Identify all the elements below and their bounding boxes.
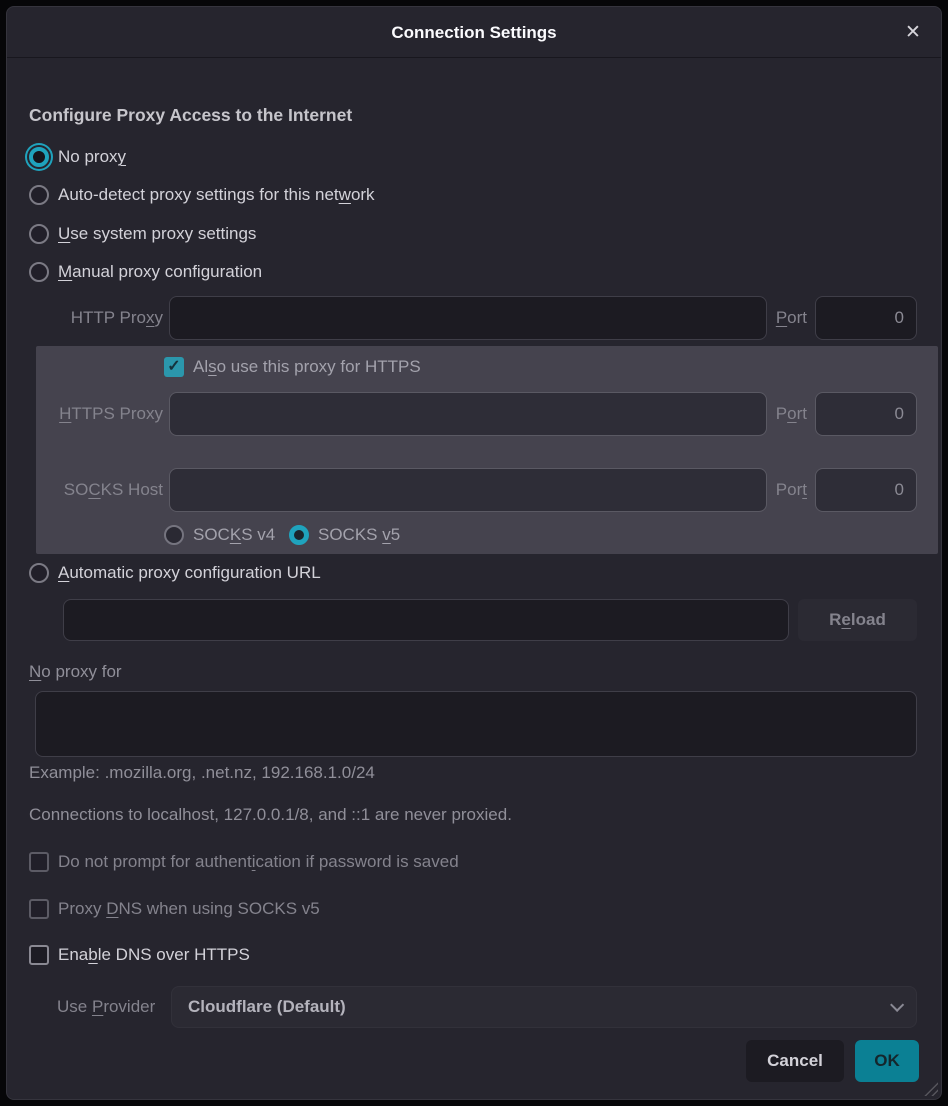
connection-settings-dialog-page: { "colors": { "accent_teal": "#1FA3BD", … [0,0,948,1106]
https-port-label: Port [764,392,807,436]
radio-socks-v4[interactable]: SOCKS v4 [164,523,275,547]
http-port-label: Port [764,296,807,340]
also-https-checkbox-icon[interactable]: ✓ [164,357,184,377]
radio-socks-v5[interactable]: SOCKS v5 [289,523,400,547]
checkbox-icon-enable-doh[interactable] [29,945,49,965]
checkbox-enable-doh[interactable]: Enable DNS over HTTPS [29,943,250,967]
radio-icon-auto-detect[interactable] [29,185,49,205]
section-header: Configure Proxy Access to the Internet [29,105,352,126]
dialog-titlebar: Connection Settings ✕ [7,7,941,58]
no-proxy-for-label: No proxy for [29,662,122,682]
socks-host-input[interactable] [169,468,767,512]
checkbox-icon-proxy-dns[interactable] [29,899,49,919]
checkbox-label-enable-doh[interactable]: Enable DNS over HTTPS [58,945,250,965]
http-proxy-label: HTTP Proxy [47,296,163,340]
checkbox-icon-no-prompt-auth[interactable] [29,852,49,872]
radio-icon-auto-url[interactable] [29,563,49,583]
https-socks-highlight-band: ✓ Also use this proxy for HTTPS HTTPS Pr… [36,346,938,554]
dialog-title: Connection Settings [7,7,941,58]
https-proxy-label: HTTPS Proxy [47,392,163,436]
use-provider-label: Use Provider [57,986,155,1028]
radio-label-socks-v4[interactable]: SOCKS v4 [193,525,275,545]
resize-grip[interactable] [924,1082,938,1096]
close-icon[interactable]: ✕ [897,17,929,49]
radio-system-proxy[interactable]: Use system proxy settings [29,222,256,246]
checkbox-label-no-prompt-auth[interactable]: Do not prompt for authentication if pass… [58,852,459,872]
https-proxy-input[interactable] [169,392,767,436]
radio-label-manual-proxy[interactable]: Manual proxy configuration [58,262,262,282]
no-proxy-for-textarea[interactable] [35,691,917,757]
also-https-checkbox-row[interactable]: ✓ Also use this proxy for HTTPS [164,355,421,379]
radio-no-proxy[interactable]: No proxy [29,145,126,169]
reload-button[interactable]: Reload [798,599,917,641]
connection-settings-dialog: Connection Settings ✕ Configure Proxy Ac… [6,6,942,1100]
http-port-input[interactable] [815,296,917,340]
radio-icon-socks-v5[interactable] [289,525,309,545]
ok-button[interactable]: OK [855,1040,919,1082]
https-port-input[interactable] [815,392,917,436]
cancel-button[interactable]: Cancel [746,1040,844,1082]
auto-url-input[interactable] [63,599,789,641]
http-proxy-input[interactable] [169,296,767,340]
also-https-label[interactable]: Also use this proxy for HTTPS [193,357,421,377]
radio-label-auto-url[interactable]: Automatic proxy configuration URL [58,563,321,583]
radio-icon-socks-v4[interactable] [164,525,184,545]
socks-port-input[interactable] [815,468,917,512]
radio-icon-no-proxy[interactable] [29,147,49,167]
checkbox-proxy-dns[interactable]: Proxy DNS when using SOCKS v5 [29,897,320,921]
no-proxy-note-text: Connections to localhost, 127.0.0.1/8, a… [29,805,512,825]
radio-icon-system-proxy[interactable] [29,224,49,244]
radio-manual-proxy[interactable]: Manual proxy configuration [29,260,262,284]
radio-label-system-proxy[interactable]: Use system proxy settings [58,224,256,244]
chevron-down-icon [890,998,904,1012]
no-proxy-example-text: Example: .mozilla.org, .net.nz, 192.168.… [29,763,375,783]
radio-label-auto-detect[interactable]: Auto-detect proxy settings for this netw… [58,185,375,205]
radio-icon-manual-proxy[interactable] [29,262,49,282]
radio-auto-url[interactable]: Automatic proxy configuration URL [29,561,321,585]
checkbox-label-proxy-dns[interactable]: Proxy DNS when using SOCKS v5 [58,899,320,919]
socks-port-label: Port [764,468,807,512]
radio-auto-detect[interactable]: Auto-detect proxy settings for this netw… [29,183,375,207]
radio-label-socks-v5[interactable]: SOCKS v5 [318,525,400,545]
doh-provider-dropdown[interactable]: Cloudflare (Default) [171,986,917,1028]
checkbox-no-prompt-auth[interactable]: Do not prompt for authentication if pass… [29,850,459,874]
doh-provider-value: Cloudflare (Default) [188,997,890,1017]
radio-label-no-proxy[interactable]: No proxy [58,147,126,167]
socks-host-label: SOCKS Host [47,468,163,512]
